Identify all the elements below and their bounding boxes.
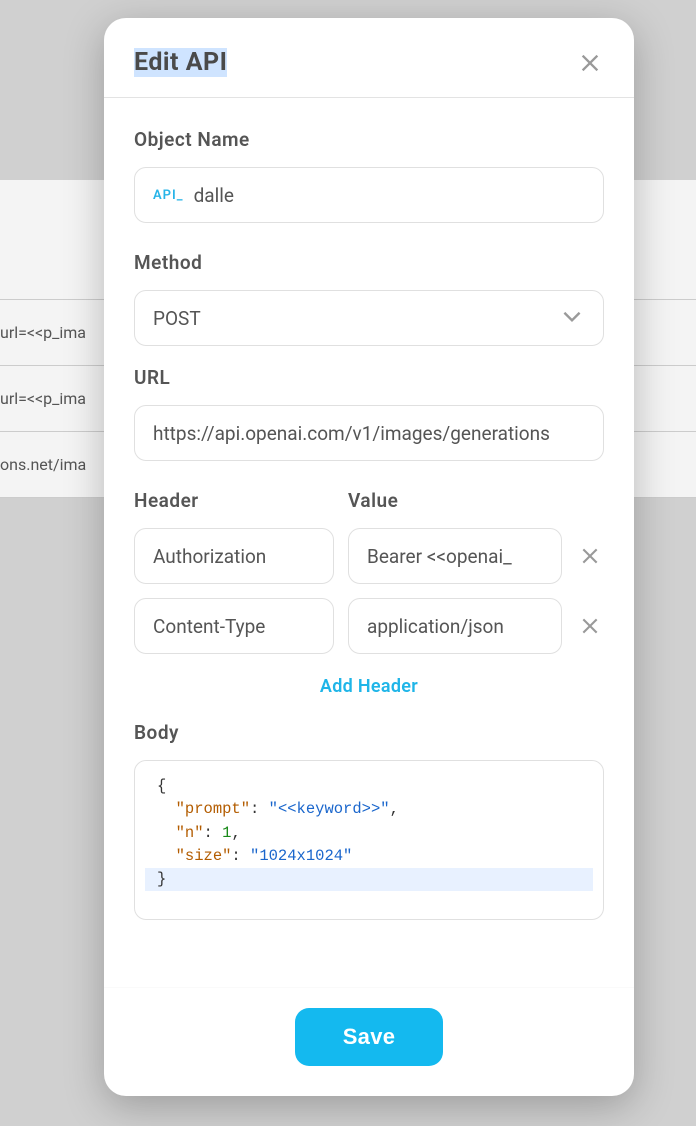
header-value-label: Value [348,489,604,512]
body-n-value: 1 [222,824,231,842]
header-value-input-wrap[interactable] [348,598,562,654]
bg-row-text: ons.net/ima [0,455,86,474]
modal-footer: Save [104,987,634,1096]
header-key-input[interactable] [153,615,315,638]
edit-api-modal: Edit API Object Name API_ Method POST UR… [104,18,634,1096]
header-value-input[interactable] [367,615,543,638]
method-value: POST [153,307,201,330]
modal-body: Object Name API_ Method POST URL Header … [104,98,634,987]
close-icon [580,616,600,636]
object-name-input[interactable] [194,184,585,207]
object-name-input-wrap[interactable]: API_ [134,167,604,223]
modal-title: Edit API [134,48,227,77]
header-key-input[interactable] [153,545,315,568]
method-select[interactable]: POST [134,290,604,346]
object-name-label: Object Name [134,128,604,151]
header-key-input-wrap[interactable] [134,598,334,654]
chevron-down-icon [559,303,585,334]
header-row [134,598,604,654]
method-label: Method [134,251,604,274]
headers-section: Header Value [134,489,604,697]
close-icon [579,52,601,74]
body-editor[interactable]: { "prompt": "<<keyword>>", "n": 1, "size… [134,760,604,920]
modal-header: Edit API [104,18,634,98]
header-key-label: Header [134,489,334,512]
object-name-prefix: API_ [153,188,184,203]
header-delete-button[interactable] [576,612,604,640]
url-input[interactable] [153,422,585,445]
header-row [134,528,604,584]
body-section: Body { "prompt": "<<keyword>>", "n": 1, … [134,721,604,920]
close-icon [580,546,600,566]
url-input-wrap[interactable] [134,405,604,461]
save-button[interactable]: Save [295,1008,444,1066]
close-button[interactable] [576,49,604,77]
url-label: URL [134,366,604,389]
header-delete-button[interactable] [576,542,604,570]
header-value-input-wrap[interactable] [348,528,562,584]
bg-row-text: url=<<p_ima [0,389,86,408]
body-prompt-value: "<<keyword>>" [269,800,390,818]
body-label: Body [134,721,604,744]
bg-row-text: url=<<p_ima [0,323,86,342]
header-key-input-wrap[interactable] [134,528,334,584]
header-value-input[interactable] [367,545,543,568]
add-header-button[interactable]: Add Header [134,676,604,697]
body-size-value: "1024x1024" [250,847,352,865]
